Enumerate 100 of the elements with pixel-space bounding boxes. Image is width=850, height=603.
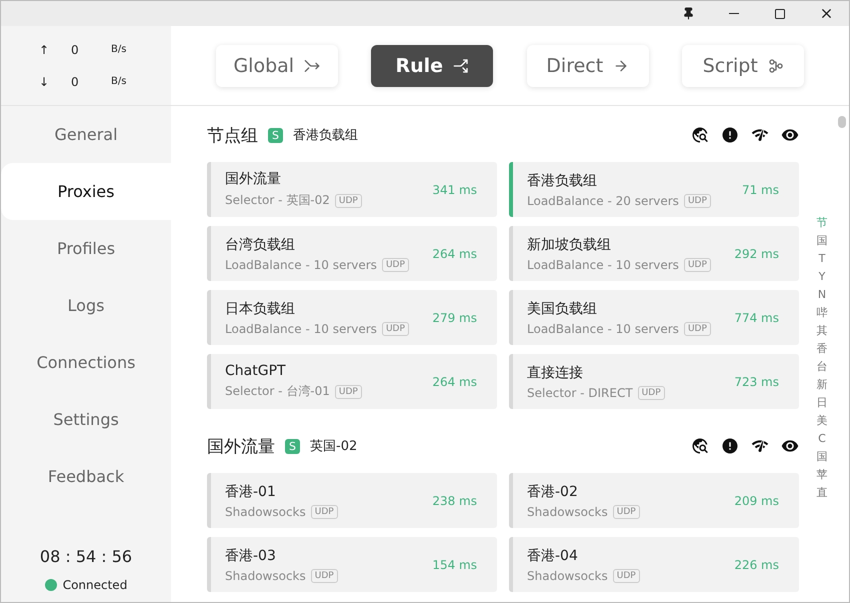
proxy-detail: LoadBalance - 10 servers xyxy=(225,258,377,272)
index-letter[interactable]: 国 xyxy=(816,232,828,250)
index-letter[interactable]: N xyxy=(818,286,826,304)
index-letter[interactable]: 其 xyxy=(816,322,828,340)
proxy-card[interactable]: 香港-02 Shadowsocks UDP 209 ms xyxy=(509,473,799,528)
delay-value: 723 ms xyxy=(734,374,779,388)
index-letter[interactable]: Y xyxy=(818,268,826,286)
mode-button[interactable]: Script xyxy=(682,44,804,86)
group-name: 节点组 xyxy=(207,124,258,146)
group-current: 英国-02 xyxy=(310,438,358,455)
clock-time: 08 : 54 : 56 xyxy=(40,547,132,566)
proxy-detail: LoadBalance - 10 servers xyxy=(225,322,377,336)
proxy-detail: LoadBalance - 20 servers xyxy=(527,194,679,208)
proxy-name: 香港-02 xyxy=(527,482,579,500)
alert-icon[interactable] xyxy=(721,437,739,455)
proxy-name: 香港负载组 xyxy=(527,172,598,190)
index-letter[interactable]: 哔 xyxy=(816,304,828,322)
traffic-unit: B/s xyxy=(111,76,126,87)
proxy-name: 台湾负载组 xyxy=(225,236,296,254)
group-name: 国外流量 xyxy=(207,436,275,458)
scrollbar-thumb[interactable] xyxy=(838,116,846,128)
nav-item[interactable]: Logs xyxy=(1,277,171,334)
proxy-name: 香港-04 xyxy=(527,546,579,564)
proxy-detail: Shadowsocks xyxy=(527,504,608,518)
udp-tag: UDP xyxy=(684,258,711,272)
index-letter[interactable]: 台 xyxy=(816,358,828,376)
merge-arrow-icon xyxy=(304,58,320,74)
traffic-unit: B/s xyxy=(111,44,126,55)
delay-value: 264 ms xyxy=(432,374,477,388)
nav-item[interactable]: General xyxy=(1,106,171,163)
nav-item[interactable]: Proxies xyxy=(1,163,171,220)
udp-tag: UDP xyxy=(334,384,362,398)
proxy-card[interactable]: 直接连接 Selector - DIRECT UDP 723 ms xyxy=(509,354,799,409)
proxy-detail: Selector - DIRECT xyxy=(527,386,633,400)
proxy-detail: Selector - 英国-02 xyxy=(225,192,330,209)
nav-item[interactable]: Feedback xyxy=(1,448,171,505)
index-letter[interactable]: 直 xyxy=(816,484,828,502)
proxy-card[interactable]: 台湾负载组 LoadBalance - 10 servers UDP 264 ms xyxy=(207,226,497,281)
proxy-card[interactable]: 香港-03 Shadowsocks UDP 154 ms xyxy=(207,537,497,592)
pin-icon xyxy=(682,7,694,20)
index-letter[interactable]: 美 xyxy=(816,412,828,430)
index-letter[interactable]: C xyxy=(818,430,826,448)
nav-item[interactable]: Settings xyxy=(1,391,171,448)
proxy-card[interactable]: 新加坡负载组 LoadBalance - 10 servers UDP 292 ms xyxy=(509,226,799,281)
group-current: 香港负载组 xyxy=(293,127,358,144)
nav-item[interactable]: Profiles xyxy=(1,220,171,277)
index-letter[interactable]: 国 xyxy=(816,448,828,466)
index-letter[interactable]: T xyxy=(818,250,826,268)
mode-button[interactable]: Global xyxy=(216,44,338,86)
proxy-detail: Shadowsocks xyxy=(527,568,608,582)
traffic-arrow: ↓ xyxy=(39,74,50,88)
index-letter[interactable]: 新 xyxy=(816,376,828,394)
proxy-name: 美国负载组 xyxy=(527,300,598,318)
globe-search-icon[interactable] xyxy=(691,126,709,144)
delay-value: 279 ms xyxy=(432,310,477,324)
delay-value: 226 ms xyxy=(734,558,779,572)
proxy-card[interactable]: 香港负载组 LoadBalance - 20 servers UDP 71 ms xyxy=(509,162,799,217)
globe-search-icon[interactable] xyxy=(691,437,709,455)
proxy-card[interactable]: ChatGPT Selector - 台湾-01 UDP 264 ms xyxy=(207,354,497,409)
fork-icon xyxy=(768,58,784,74)
udp-tag: UDP xyxy=(684,194,711,208)
split-arrow-icon xyxy=(453,58,470,74)
udp-tag: UDP xyxy=(334,194,362,208)
delay-value: 264 ms xyxy=(432,246,477,260)
index-letter[interactable]: 苹 xyxy=(816,466,828,484)
proxy-name: 国外流量 xyxy=(225,170,282,188)
traffic-arrow: ↑ xyxy=(39,42,50,56)
udp-tag: UDP xyxy=(310,568,338,582)
mode-button[interactable]: Direct xyxy=(526,44,649,86)
proxy-name: 香港-01 xyxy=(225,482,277,500)
udp-tag: UDP xyxy=(612,568,640,582)
proxy-card[interactable]: 香港-01 Shadowsocks UDP 238 ms xyxy=(207,473,497,528)
maximize-icon xyxy=(774,8,786,20)
delay-value: 238 ms xyxy=(432,494,477,508)
proxy-name: ChatGPT xyxy=(225,363,287,379)
proxy-card[interactable]: 美国负载组 LoadBalance - 10 servers UDP 774 ms xyxy=(509,290,799,345)
proxy-detail: Shadowsocks xyxy=(225,568,306,582)
delay-value: 71 ms xyxy=(742,182,779,196)
proxy-card[interactable]: 国外流量 Selector - 英国-02 UDP 341 ms xyxy=(207,162,497,217)
udp-tag: UDP xyxy=(638,386,665,400)
mode-button[interactable]: Rule xyxy=(371,44,494,86)
delay-value: 154 ms xyxy=(432,558,477,572)
index-letter[interactable]: 日 xyxy=(816,394,828,412)
nav-item[interactable]: Connections xyxy=(1,334,171,391)
proxy-name: 香港-03 xyxy=(225,546,277,564)
index-letter[interactable]: 香 xyxy=(816,340,828,358)
udp-tag: UDP xyxy=(310,504,338,518)
traffic-value: 0 xyxy=(71,42,80,56)
udp-tag: UDP xyxy=(382,258,409,272)
delay-value: 209 ms xyxy=(734,494,779,508)
alert-icon[interactable] xyxy=(721,126,739,144)
type-badge: S xyxy=(268,128,283,142)
udp-tag: UDP xyxy=(684,322,711,336)
proxy-card[interactable]: 日本负载组 LoadBalance - 10 servers UDP 279 ms xyxy=(207,290,497,345)
proxy-detail: LoadBalance - 10 servers xyxy=(527,322,679,336)
minimize-icon xyxy=(729,12,739,14)
traffic-value: 0 xyxy=(71,74,80,88)
status-label: Connected xyxy=(62,578,128,592)
proxy-card[interactable]: 香港-04 Shadowsocks UDP 226 ms xyxy=(509,537,799,592)
proxy-name: 新加坡负载组 xyxy=(527,236,612,254)
